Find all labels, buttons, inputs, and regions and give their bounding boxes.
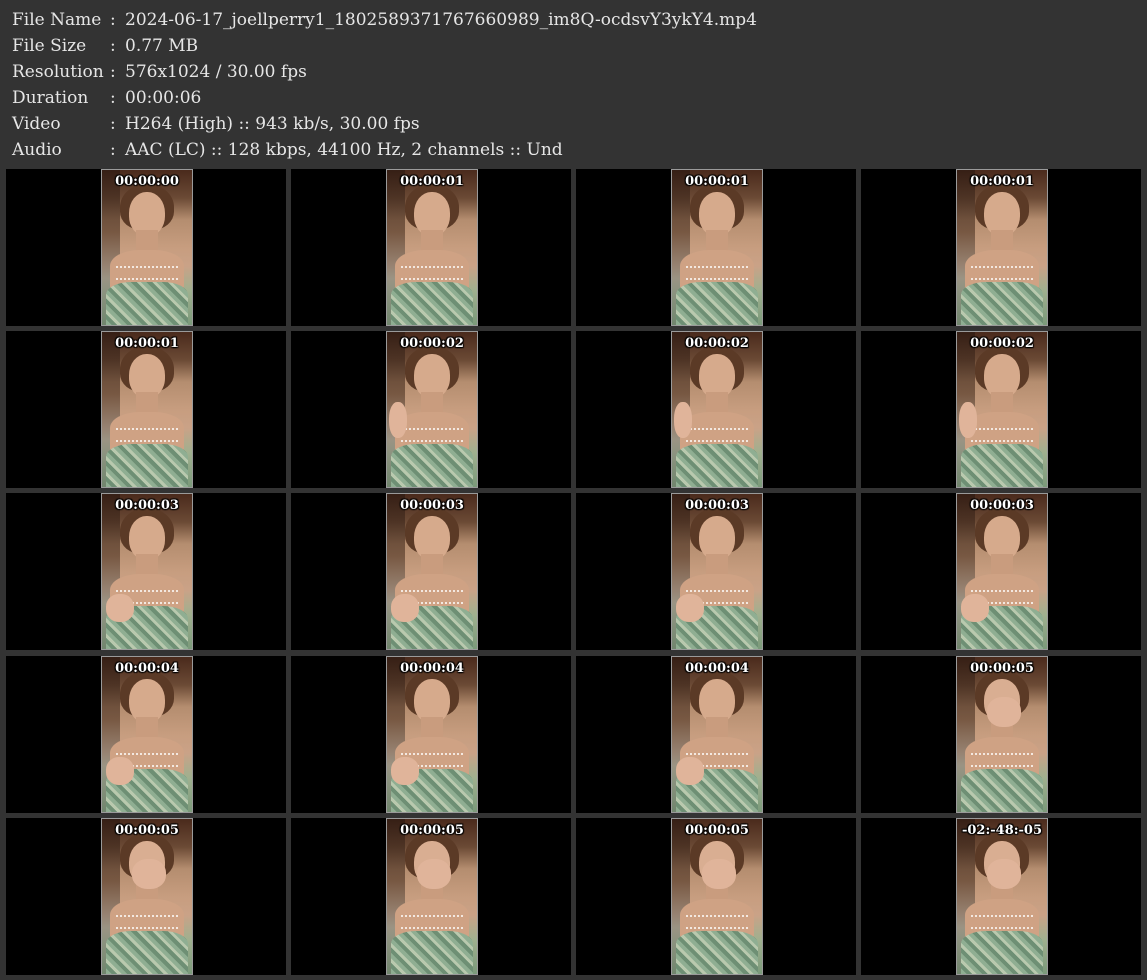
duration-value: 00:00:06: [125, 88, 202, 108]
thumbnail-cell: 00:00:05: [861, 656, 1141, 813]
frame-timestamp: 00:00:05: [400, 823, 464, 838]
file-info-header: File Name : 2024-06-17_joellperry1_18025…: [0, 0, 1147, 166]
frame-timestamp: -02:-48:-05: [961, 823, 1043, 838]
frame-timestamp: 00:00:04: [685, 661, 749, 676]
file-name-label: File Name: [12, 10, 102, 30]
video-frame-image: -02:-48:-05: [956, 818, 1048, 975]
video-frame-image: 00:00:03: [386, 493, 478, 650]
video-frame-image: 00:00:01: [386, 169, 478, 326]
thumbnail-cell: 00:00:02: [576, 331, 856, 488]
thumbnail-cell: 00:00:00: [6, 169, 286, 326]
resolution-value: 576x1024 / 30.00 fps: [125, 62, 307, 82]
video-frame-image: 00:00:04: [671, 656, 763, 813]
resolution-label: Resolution: [12, 62, 104, 82]
thumbnail-cell: 00:00:05: [576, 818, 856, 975]
thumbnail-cell: 00:00:05: [291, 818, 571, 975]
video-value: H264 (High) :: 943 kb/s, 30.00 fps: [125, 114, 420, 134]
video-frame-image: 00:00:02: [671, 331, 763, 488]
thumbnail-cell: 00:00:01: [576, 169, 856, 326]
frame-timestamp: 00:00:01: [400, 174, 464, 189]
thumbnail-cell: 00:00:02: [861, 331, 1141, 488]
separator: :: [110, 140, 116, 160]
thumbnail-cell: 00:00:04: [6, 656, 286, 813]
video-frame-image: 00:00:05: [956, 656, 1048, 813]
frame-timestamp: 00:00:05: [115, 823, 179, 838]
video-label: Video: [12, 114, 61, 134]
audio-label: Audio: [12, 140, 62, 160]
thumbnail-cell: 00:00:03: [291, 493, 571, 650]
frame-timestamp: 00:00:00: [115, 174, 179, 189]
video-frame-image: 00:00:02: [386, 331, 478, 488]
thumbnail-cell: 00:00:04: [576, 656, 856, 813]
thumbnail-cell: 00:00:03: [861, 493, 1141, 650]
frame-timestamp: 00:00:03: [685, 498, 749, 513]
frame-timestamp: 00:00:01: [970, 174, 1034, 189]
duration-label: Duration: [12, 88, 89, 108]
video-frame-image: 00:00:05: [101, 818, 193, 975]
separator: :: [110, 36, 116, 56]
video-frame-image: 00:00:02: [956, 331, 1048, 488]
frame-timestamp: 00:00:03: [400, 498, 464, 513]
video-frame-image: 00:00:03: [101, 493, 193, 650]
frame-timestamp: 00:00:05: [970, 661, 1034, 676]
video-frame-image: 00:00:00: [101, 169, 193, 326]
frame-timestamp: 00:00:04: [400, 661, 464, 676]
video-frame-image: 00:00:05: [386, 818, 478, 975]
video-frame-image: 00:00:05: [671, 818, 763, 975]
video-frame-image: 00:00:01: [956, 169, 1048, 326]
separator: :: [110, 10, 116, 30]
frame-timestamp: 00:00:02: [970, 336, 1034, 351]
video-frame-image: 00:00:01: [671, 169, 763, 326]
thumbnail-cell: 00:00:03: [6, 493, 286, 650]
frame-timestamp: 00:00:05: [685, 823, 749, 838]
thumbnail-cell: 00:00:03: [576, 493, 856, 650]
frame-timestamp: 00:00:01: [115, 336, 179, 351]
thumbnail-cell: 00:00:04: [291, 656, 571, 813]
frame-timestamp: 00:00:04: [115, 661, 179, 676]
separator: :: [110, 114, 116, 134]
frame-timestamp: 00:00:02: [400, 336, 464, 351]
video-frame-image: 00:00:01: [101, 331, 193, 488]
audio-value: AAC (LC) :: 128 kbps, 44100 Hz, 2 channe…: [125, 140, 563, 160]
file-size-label: File Size: [12, 36, 87, 56]
frame-timestamp: 00:00:03: [970, 498, 1034, 513]
frame-timestamp: 00:00:02: [685, 336, 749, 351]
video-frame-image: 00:00:03: [671, 493, 763, 650]
frame-timestamp: 00:00:01: [685, 174, 749, 189]
video-frame-image: 00:00:03: [956, 493, 1048, 650]
thumbnail-cell: 00:00:01: [861, 169, 1141, 326]
video-frame-image: 00:00:04: [101, 656, 193, 813]
frame-timestamp: 00:00:03: [115, 498, 179, 513]
thumbnail-cell: 00:00:01: [6, 331, 286, 488]
separator: :: [110, 88, 116, 108]
file-name-value: 2024-06-17_joellperry1_18025893717676609…: [125, 10, 757, 30]
separator: :: [110, 62, 116, 82]
thumbnail-cell: 00:00:05: [6, 818, 286, 975]
thumbnail-grid: 00:00:00 00:00:01 00:00:01 00:00:01 00:00:01…: [6, 169, 1142, 977]
video-frame-image: 00:00:04: [386, 656, 478, 813]
file-size-value: 0.77 MB: [125, 36, 199, 56]
thumbnail-cell: 00:00:01: [291, 169, 571, 326]
thumbnail-cell: -02:-48:-05: [861, 818, 1141, 975]
thumbnail-cell: 00:00:02: [291, 331, 571, 488]
